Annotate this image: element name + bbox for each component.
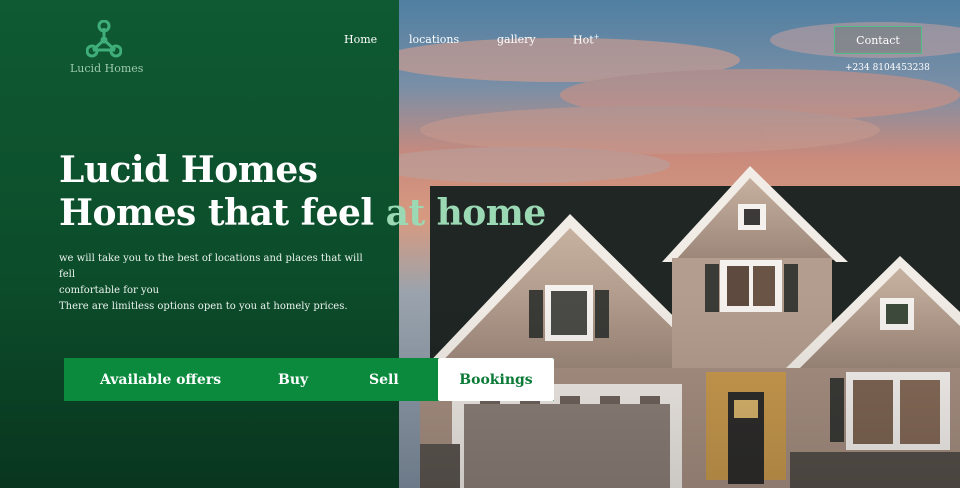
hero-description-line: comfortable for you [59,285,160,296]
hero-title-accent: at home [385,192,547,234]
nav-item-gallery[interactable]: gallery [497,33,536,46]
brand-name: Lucid Homes [70,62,144,75]
nav-item-home[interactable]: Home [344,33,377,46]
hero-title: Lucid Homes Homes that feel at home [59,149,546,235]
nav-item-hot-label: Hot [573,33,594,47]
nav-item-locations[interactable]: locations [409,33,459,46]
nav-item-hot[interactable]: Hot+ [573,33,600,47]
contact-phone: +234 8104453238 [845,63,930,73]
hero-title-line-2: Homes that feel at home [59,192,546,235]
hero-description-line: we will take you to the best of location… [59,253,363,280]
hero-title-prefix: Homes that feel [59,192,386,234]
tab-available-offers[interactable]: Available offers [100,358,221,401]
hero-description-line: There are limitless options open to you … [59,301,348,312]
contact-button[interactable]: Contact [834,26,922,54]
tab-bookings[interactable]: Bookings [438,358,554,401]
hero-description: we will take you to the best of location… [59,251,379,315]
hero-title-line-1: Lucid Homes [59,149,318,191]
tab-buy[interactable]: Buy [278,358,308,401]
brand-green-panel [0,0,399,488]
tab-sell[interactable]: Sell [369,358,399,401]
hot-badge: + [593,33,600,41]
main-nav: Home locations gallery Hot+ [0,33,960,53]
offers-tab-bar: Available offers Buy Sell Bookings [64,358,554,401]
